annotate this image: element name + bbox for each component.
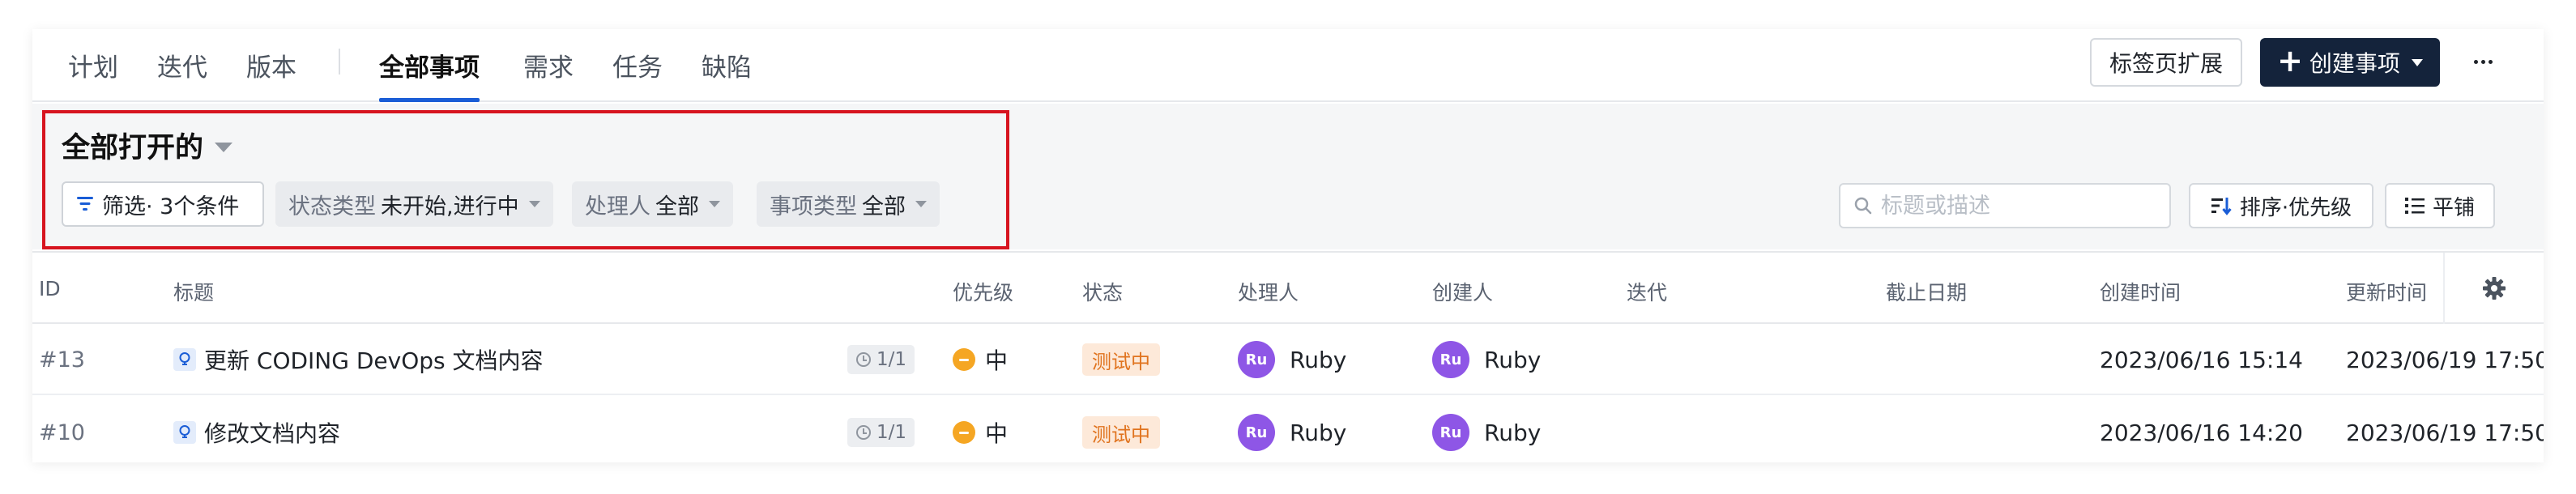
priority-label: 中 (985, 420, 1009, 447)
priority-cell[interactable]: 中 (953, 397, 1008, 462)
chevron-down-icon (2411, 58, 2423, 66)
created-at-cell: 2023/06/16 14:20 (2100, 419, 2303, 446)
column-header-assignee[interactable]: 处理人 (1238, 277, 1299, 306)
lightbulb-icon (173, 348, 196, 371)
column-header-updated-at[interactable]: 更新时间 (2346, 277, 2427, 306)
search-icon (1854, 197, 1872, 215)
status-cell[interactable]: 测试中 (1082, 397, 1160, 462)
sort-button[interactable]: 排序·优先级 (2189, 183, 2373, 228)
creator-name: Ruby (1484, 346, 1542, 373)
tab-version[interactable]: 版本 (246, 47, 296, 102)
column-header-created-at[interactable]: 创建时间 (2100, 277, 2181, 306)
assignee-name: Ruby (1290, 419, 1347, 446)
column-header-title[interactable]: 标题 (173, 277, 214, 306)
tab-iteration[interactable]: 迭代 (157, 47, 207, 102)
creator-cell: Ru Ruby (1432, 324, 1541, 395)
create-item-label: 创建事项 (2309, 50, 2400, 77)
subtask-cell: 1/1 (847, 324, 915, 395)
table-header: ID 标题 优先级 状态 处理人 创建人 迭代 截止日期 创建时间 更新时间 (32, 251, 2544, 324)
gear-icon (2483, 277, 2506, 300)
priority-medium-icon (953, 421, 975, 444)
item-title[interactable]: 更新 CODING DevOps 文档内容 (204, 343, 544, 376)
subtask-icon (856, 425, 871, 440)
avatar: Ru (1238, 414, 1275, 451)
updated-at-cell: 2023/06/19 17:50 (2346, 419, 2544, 446)
item-title[interactable]: 修改文档内容 (204, 416, 340, 449)
layout-toggle-label: 平铺 (2432, 195, 2475, 220)
table-row[interactable]: #13 更新 CODING DevOps 文档内容 1/1 中 测试中 Ru R… (32, 324, 2544, 395)
issue-list-card: 计划 迭代 版本 全部事项 需求 任务 缺陷 标签页扩展 + 创建事项 全部打开… (32, 29, 2544, 462)
priority-cell[interactable]: 中 (953, 324, 1008, 395)
search-input[interactable] (1881, 193, 2156, 219)
column-header-status[interactable]: 状态 (1082, 277, 1123, 306)
status-badge[interactable]: 测试中 (1082, 416, 1160, 449)
assignee-name: Ruby (1290, 346, 1347, 373)
status-badge[interactable]: 测试中 (1082, 343, 1160, 376)
column-header-priority[interactable]: 优先级 (953, 277, 1013, 306)
sort-icon (2211, 198, 2232, 215)
highlight-box (42, 110, 1009, 249)
subtask-badge[interactable]: 1/1 (847, 418, 915, 447)
item-title-cell[interactable]: 修改文档内容 (173, 397, 340, 462)
sort-label: 排序·优先级 (2239, 195, 2352, 220)
creator-cell: Ru Ruby (1432, 397, 1541, 462)
updated-at-cell: 2023/06/19 17:50 (2346, 346, 2544, 373)
subtask-count: 1/1 (876, 349, 907, 370)
column-header-due-date[interactable]: 截止日期 (1886, 277, 1967, 306)
item-id[interactable]: #13 (39, 324, 85, 395)
status-cell[interactable]: 测试中 (1082, 324, 1160, 395)
column-header-id[interactable]: ID (39, 277, 61, 300)
tab-tasks[interactable]: 任务 (612, 47, 663, 102)
avatar: Ru (1238, 341, 1275, 378)
item-id[interactable]: #10 (39, 397, 85, 462)
tab-divider (339, 49, 340, 75)
top-nav-bar: 计划 迭代 版本 全部事项 需求 任务 缺陷 标签页扩展 + 创建事项 (32, 29, 2544, 102)
column-header-iteration[interactable]: 迭代 (1627, 277, 1667, 306)
avatar: Ru (1432, 341, 1469, 378)
priority-label: 中 (985, 347, 1009, 374)
item-title-cell[interactable]: 更新 CODING DevOps 文档内容 (173, 324, 544, 395)
tab-defects[interactable]: 缺陷 (702, 47, 752, 102)
created-at-cell: 2023/06/16 15:14 (2100, 346, 2303, 373)
lightbulb-icon (173, 421, 196, 444)
subtask-count: 1/1 (876, 422, 907, 443)
tab-requirements[interactable]: 需求 (523, 47, 574, 102)
table-row[interactable]: #10 修改文档内容 1/1 中 测试中 Ru Ruby Ru Ruby 202… (32, 397, 2544, 462)
search-box[interactable] (1839, 183, 2171, 228)
tab-all-items[interactable]: 全部事项 (379, 47, 480, 102)
subtask-icon (856, 352, 871, 367)
tab-extension-button[interactable]: 标签页扩展 (2090, 38, 2242, 87)
assignee-cell[interactable]: Ru Ruby (1238, 324, 1346, 395)
plus-icon: + (2277, 43, 2303, 79)
column-header-creator[interactable]: 创建人 (1432, 277, 1493, 306)
column-settings-button[interactable] (2443, 253, 2544, 324)
create-item-button[interactable]: + 创建事项 (2260, 38, 2440, 87)
subtask-cell: 1/1 (847, 397, 915, 462)
creator-name: Ruby (1484, 419, 1542, 446)
avatar: Ru (1432, 414, 1469, 451)
more-horizontal-icon[interactable] (2463, 47, 2503, 76)
layout-toggle-button[interactable]: 平铺 (2385, 183, 2495, 228)
assignee-cell[interactable]: Ru Ruby (1238, 397, 1346, 462)
subtask-badge[interactable]: 1/1 (847, 345, 915, 374)
list-icon (2404, 198, 2425, 214)
priority-medium-icon (953, 348, 975, 371)
tab-plan[interactable]: 计划 (68, 47, 118, 102)
